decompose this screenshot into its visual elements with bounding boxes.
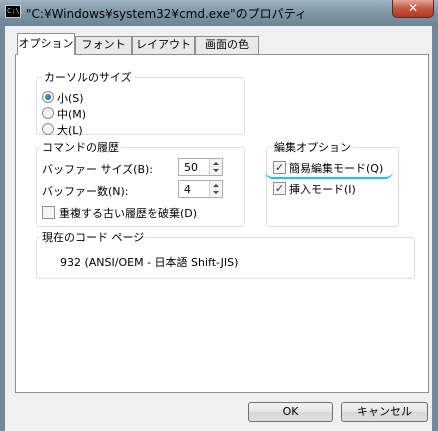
tab-font[interactable]: フォント: [75, 36, 132, 54]
radio-cursor-medium[interactable]: [42, 107, 54, 119]
window-frame-right: [432, 26, 438, 431]
radio-cursor-small-label[interactable]: 小(S): [57, 90, 84, 106]
quick-edit-highlight-underline: [265, 171, 393, 179]
buffer-size-value[interactable]: 50: [184, 161, 198, 174]
tab-options[interactable]: オプション: [17, 33, 75, 55]
tab-layout[interactable]: レイアウト: [132, 36, 195, 54]
spinner-up-icon[interactable]: [213, 184, 219, 187]
radio-selected-dot: [45, 94, 51, 100]
cmd-app-icon: C:\.: [5, 5, 24, 18]
buffer-count-value[interactable]: 4: [184, 183, 191, 196]
window-title: "C:¥Windows¥system32¥cmd.exe"のプロパティ: [26, 7, 307, 21]
buffer-count-spinner[interactable]: 4: [178, 180, 223, 198]
code-page-value: 932 (ANSI/OEM - 日本語 Shift-JIS): [60, 256, 239, 269]
discard-duplicates-checkbox[interactable]: [42, 206, 55, 219]
insert-mode-checkbox[interactable]: ✓: [273, 182, 286, 195]
radio-cursor-large-label[interactable]: 大(L): [57, 122, 83, 138]
tab-screen-colors[interactable]: 画面の色: [195, 36, 259, 54]
ok-button[interactable]: OK: [248, 402, 333, 422]
spinner-down-icon[interactable]: [213, 191, 219, 194]
cancel-button[interactable]: キャンセル: [341, 402, 428, 422]
radio-cursor-small[interactable]: [42, 91, 54, 103]
spinner-arrows[interactable]: [209, 159, 222, 175]
spinner-down-icon[interactable]: [213, 169, 219, 172]
radio-cursor-large[interactable]: [42, 123, 54, 135]
close-button[interactable]: ✕: [392, 0, 434, 18]
insert-mode-label[interactable]: 挿入モード(I): [289, 181, 356, 197]
cursor-size-legend: カーソルのサイズ: [42, 69, 134, 85]
edit-options-legend: 編集オプション: [272, 139, 353, 155]
spinner-up-icon[interactable]: [213, 162, 219, 165]
buffer-size-spinner[interactable]: 50: [178, 158, 223, 176]
buffer-count-label: バッファー数(N):: [42, 185, 129, 198]
spinner-arrows[interactable]: [209, 181, 222, 197]
discard-duplicates-label[interactable]: 重複する古い履歴を破棄(D): [59, 205, 197, 221]
buffer-size-label: バッファー サイズ(B):: [42, 163, 154, 176]
code-page-legend: 現在のコード ページ: [40, 229, 147, 245]
radio-cursor-medium-label[interactable]: 中(M): [57, 106, 86, 122]
command-history-legend: コマンドの履歴: [40, 139, 121, 155]
